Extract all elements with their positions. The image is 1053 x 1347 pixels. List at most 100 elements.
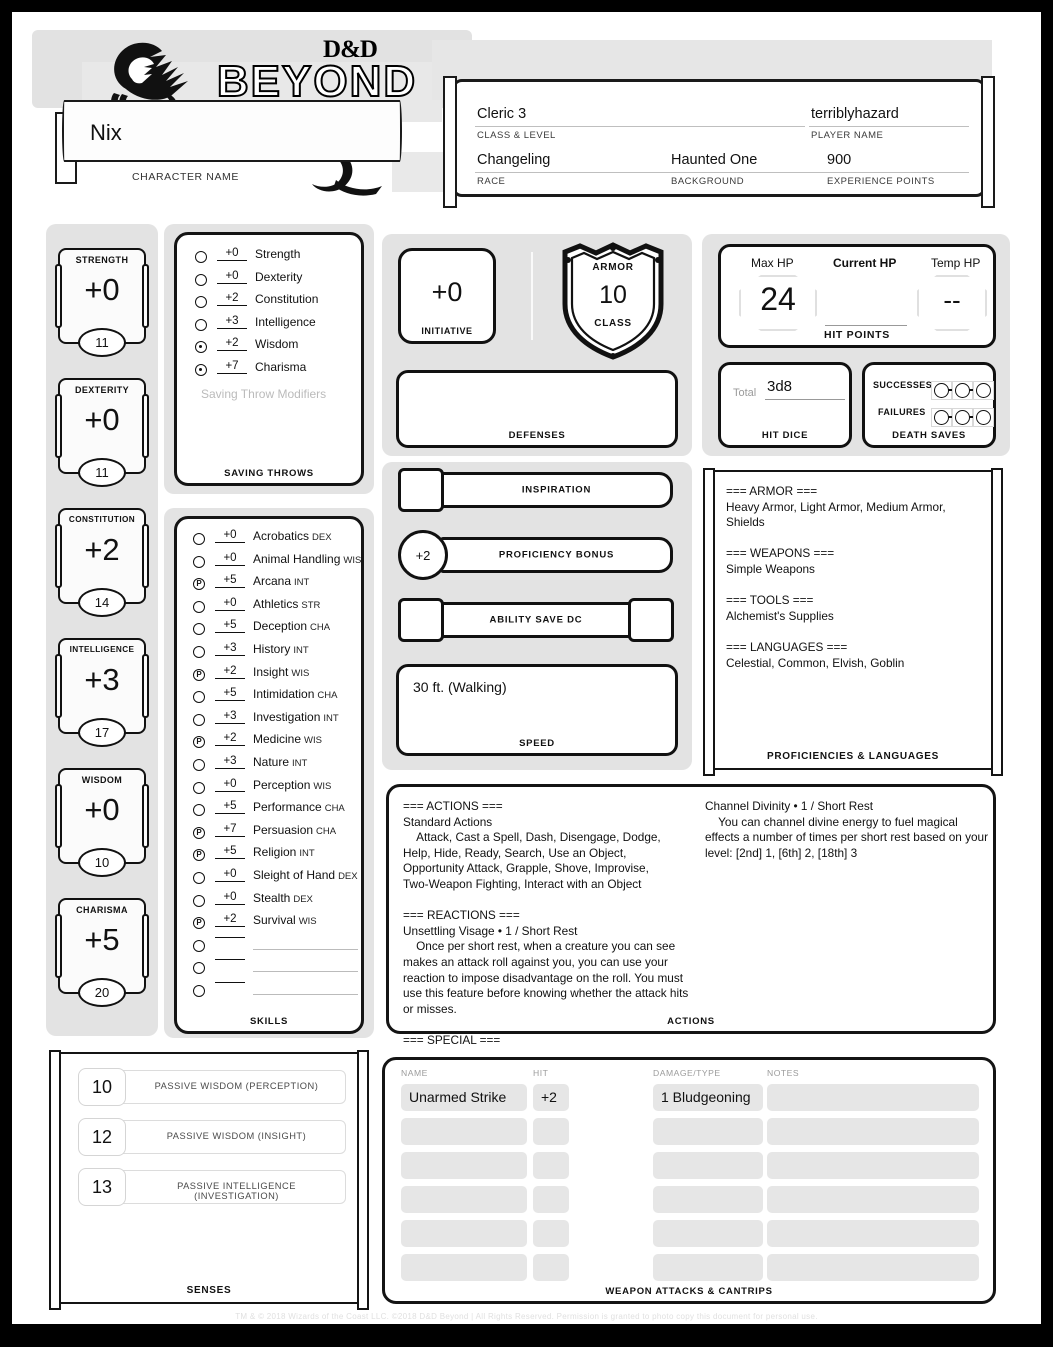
weapon-cell-notes[interactable] (767, 1186, 979, 1213)
proficiency-row[interactable]: +3 Investigation INT (193, 710, 368, 733)
proficiency-marker-icon[interactable] (193, 781, 205, 794)
actions-panel[interactable]: === ACTIONS === Standard Actions Attack,… (386, 784, 996, 1047)
proficiency-row[interactable]: P +2 Medicine WIS (193, 732, 368, 755)
ability-score[interactable]: 14 (78, 588, 126, 617)
proficiency-marker-icon[interactable] (195, 273, 207, 286)
proficiency-marker-icon[interactable] (193, 894, 205, 907)
proficiency-row[interactable]: P +5 Religion INT (193, 845, 368, 868)
ability-intelligence[interactable]: INTELLIGENCE +3 17 (55, 638, 149, 747)
weapon-attacks-panel[interactable]: NAME HIT DAMAGE/TYPE NOTES Unarmed Strike +2… (382, 1057, 996, 1304)
weapon-cell-hit[interactable] (533, 1152, 569, 1179)
proficiency-marker-icon[interactable]: P (193, 736, 205, 749)
proficiency-row[interactable]: +0 Dexterity (195, 270, 365, 293)
death-saves-box[interactable]: SUCCESSES FAILURES DEATH SAVES (862, 362, 996, 448)
proficiency-bonus-value[interactable]: +2 (398, 530, 448, 580)
initiative-box[interactable]: +0 INITIATIVE (398, 248, 496, 344)
proficiency-row[interactable]: +5 Intimidation CHA (193, 687, 368, 710)
proficiency-marker-icon[interactable] (195, 296, 207, 309)
weapon-cell-damage[interactable] (653, 1118, 763, 1145)
proficiency-marker-icon[interactable] (195, 363, 207, 376)
weapon-cell-name[interactable] (401, 1186, 527, 1213)
inspiration-endcap[interactable] (398, 468, 444, 512)
proficiency-marker-icon[interactable]: P (193, 668, 205, 681)
proficiency-row[interactable]: +5 Performance CHA (193, 800, 368, 823)
ability-constitution[interactable]: CONSTITUTION +2 14 (55, 508, 149, 617)
proficiency-row[interactable] (193, 936, 368, 959)
proficiency-marker-icon[interactable]: P (193, 578, 205, 591)
weapon-cell-name[interactable] (401, 1254, 527, 1281)
senses-panel[interactable]: 10 PASSIVE WISDOM (PERCEPTION) 12 PASSIVE W… (49, 1050, 369, 1310)
proficiency-row[interactable]: +0 Perception WIS (193, 778, 368, 801)
weapon-cell-hit[interactable] (533, 1220, 569, 1247)
proficiency-marker-icon[interactable] (193, 623, 205, 636)
ability-save-dc-endcap-left[interactable] (398, 598, 444, 642)
defenses-box[interactable]: DEFENSES (396, 370, 678, 448)
proficiency-row[interactable] (193, 958, 368, 981)
weapon-cell-hit[interactable] (533, 1254, 569, 1281)
proficiencies-languages-panel[interactable]: === ARMOR === Heavy Armor, Light Armor, … (703, 468, 1003, 776)
ability-score[interactable]: 10 (78, 848, 126, 877)
weapon-cell-damage[interactable] (653, 1186, 763, 1213)
death-save-failures-pip[interactable] (955, 410, 970, 425)
ability-wisdom[interactable]: WISDOM +0 10 (55, 768, 149, 877)
ability-score[interactable]: 11 (78, 328, 126, 357)
weapon-cell-hit[interactable] (533, 1118, 569, 1145)
proficiency-row[interactable]: +2 Constitution (195, 292, 365, 315)
proficiency-marker-icon[interactable]: P (193, 849, 205, 862)
proficiency-row[interactable]: +7 Charisma (195, 360, 365, 383)
proficiency-row[interactable]: +2 Wisdom (195, 337, 365, 360)
proficiency-marker-icon[interactable] (193, 713, 205, 726)
proficiency-row[interactable]: P +5 Arcana INT (193, 574, 368, 597)
proficiency-row[interactable]: +0 Athletics STR (193, 597, 368, 620)
proficiency-marker-icon[interactable] (195, 341, 207, 354)
ability-save-dc-endcap-right[interactable] (628, 598, 674, 642)
race-value[interactable]: Changeling (477, 152, 550, 168)
armor-class-shield[interactable]: ARMOR 10 CLASS (560, 242, 666, 360)
death-save-failures-pip[interactable] (976, 410, 991, 425)
weapon-cell-hit[interactable] (533, 1186, 569, 1213)
proficiency-marker-icon[interactable] (195, 318, 207, 331)
background-value[interactable]: Haunted One (671, 152, 757, 168)
proficiency-marker-icon[interactable] (193, 533, 205, 545)
death-save-successes-pip[interactable] (976, 383, 991, 398)
ability-dexterity[interactable]: DEXTERITY +0 11 (55, 378, 149, 487)
weapon-cell-notes[interactable] (767, 1254, 979, 1281)
ability-save-dc-bar[interactable]: ABILITY SAVE DC (440, 602, 632, 638)
proficiency-marker-icon[interactable] (193, 691, 205, 704)
hit-points-box[interactable]: Max HP 24 Current HP Temp HP -- HIT POIN… (718, 244, 996, 348)
weapon-cell-name[interactable] (401, 1152, 527, 1179)
proficiency-row[interactable]: +0 Stealth DEX (193, 891, 368, 914)
proficiency-marker-icon[interactable] (193, 962, 205, 975)
weapon-cell-damage[interactable] (653, 1152, 763, 1179)
weapon-cell-damage[interactable] (653, 1254, 763, 1281)
proficiency-marker-icon[interactable]: P (193, 826, 205, 839)
death-save-failures-pip[interactable] (934, 410, 949, 425)
proficiency-marker-icon[interactable]: P (193, 917, 205, 930)
hit-dice-box[interactable]: Total 3d8 HIT DICE (718, 362, 852, 448)
character-name-value[interactable]: Nix (90, 120, 122, 146)
proficiency-row[interactable] (193, 981, 368, 1004)
proficiency-marker-icon[interactable] (193, 939, 205, 952)
weapon-cell-notes[interactable] (767, 1084, 979, 1111)
player-name-value[interactable]: terriblyhazard (811, 106, 899, 122)
proficiency-row[interactable]: +5 Deception CHA (193, 619, 368, 642)
proficiency-bonus-bar[interactable]: PROFICIENCY BONUS (440, 537, 673, 573)
proficiency-row[interactable]: +0 Acrobatics DEX (193, 529, 368, 552)
proficiency-row[interactable]: +0 Strength (195, 247, 365, 270)
proficiency-marker-icon[interactable] (193, 555, 205, 568)
weapon-cell-name[interactable] (401, 1118, 527, 1145)
proficiency-row[interactable]: +0 Sleight of Hand DEX (193, 868, 368, 891)
inspiration-bar[interactable]: INSPIRATION (440, 472, 673, 508)
ability-score[interactable]: 17 (78, 718, 126, 747)
class-level-value[interactable]: Cleric 3 (477, 106, 526, 122)
proficiency-row[interactable]: +0 Animal Handling WIS (193, 552, 368, 575)
death-save-successes-pip[interactable] (955, 383, 970, 398)
proficiency-row[interactable]: +3 Intelligence (195, 315, 365, 338)
weapon-cell-notes[interactable] (767, 1118, 979, 1145)
proficiency-marker-icon[interactable] (195, 251, 207, 263)
proficiency-row[interactable]: P +2 Insight WIS (193, 665, 368, 688)
ability-charisma[interactable]: CHARISMA +5 20 (55, 898, 149, 1007)
proficiency-row[interactable]: +3 History INT (193, 642, 368, 665)
proficiency-row[interactable]: P +2 Survival WIS (193, 913, 368, 936)
ability-strength[interactable]: STRENGTH +0 11 (55, 248, 149, 357)
